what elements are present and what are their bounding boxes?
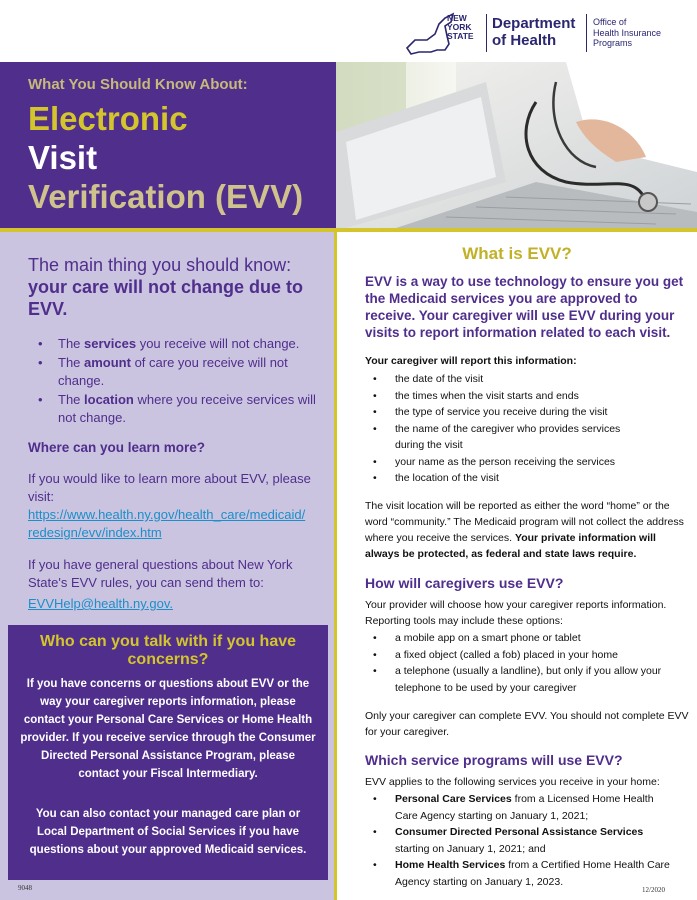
column-divider (334, 232, 337, 900)
banner-kicker: What You Should Know About: (28, 76, 248, 93)
page-header: NEW YORK STATE Department of Health Offi… (0, 0, 697, 62)
list-item: The amount of care you receive will not … (38, 354, 328, 390)
department-name: Department of Health (492, 15, 575, 49)
list-item: the location of the visit (365, 470, 665, 487)
item-pre: The (58, 336, 85, 351)
report-info-list: the date of the visit the times when the… (365, 371, 665, 487)
concerns-paragraph-1: If you have concerns or questions about … (20, 678, 316, 780)
list-item: a mobile app on a smart phone or tablet (365, 630, 685, 647)
which-programs-text: EVV applies to the following services yo… (365, 776, 660, 788)
list-item: the times when the visit starts and ends (365, 388, 665, 405)
banner-title-verification: Verification (EVV) (28, 178, 304, 215)
service-programs-list: Personal Care Services from a Licensed H… (365, 791, 675, 890)
header-divider (486, 14, 487, 52)
program-name: Consumer Directed Personal Assistance Se… (395, 826, 644, 838)
evv-info-link[interactable]: https://www.health.ny.gov/health_care/me… (28, 507, 305, 540)
program-detail: starting on January 1, 2021; and (395, 842, 546, 855)
how-heading: How will caregivers use EVV? (365, 575, 564, 591)
list-item: a telephone (usually a landline), but on… (365, 663, 685, 696)
no-change-list: The services you receive will not change… (38, 335, 328, 428)
list-item: a fixed object (called a fob) placed in … (365, 647, 685, 664)
dept-line-1: Department (492, 15, 576, 32)
office-line-2: Health Insurance (593, 27, 662, 38)
report-info-label: Your caregiver will report this informat… (365, 355, 577, 367)
list-item: Consumer Directed Personal Assistance Se… (365, 824, 675, 857)
item-bold: services (84, 336, 137, 351)
list-item: The services you receive will not change… (38, 335, 328, 353)
program-name: Personal Care Services (395, 793, 512, 805)
photo-illustration (336, 62, 697, 228)
office-line-3: Programs (593, 38, 633, 48)
location-paragraph: The visit location will be reported as e… (365, 498, 690, 562)
list-item: the name of the caregiver who provides s… (365, 421, 650, 454)
list-item: the date of the visit (365, 371, 665, 388)
dept-line-2: of Health (492, 32, 557, 49)
header-divider-2 (586, 14, 587, 52)
title-banner: What You Should Know About: Electronic V… (0, 62, 336, 228)
evv-help-email-link[interactable]: EVVHelp@health.ny.gov. (28, 596, 173, 611)
concerns-box: Who can you talk with if you have concer… (8, 625, 328, 880)
office-line-1: Office of (593, 17, 627, 27)
form-code: 9048 (18, 884, 32, 892)
new-york-state-map-icon (405, 12, 455, 55)
item-pre: The (58, 355, 85, 370)
which-programs-heading: Which service programs will use EVV? (365, 752, 623, 768)
learn-more-heading: Where can you learn more? (28, 440, 206, 455)
ny-state-wordmark: NEW YORK STATE (447, 14, 474, 41)
concerns-paragraph-2: You can also contact your managed care p… (29, 808, 307, 856)
list-item: the type of service you receive during t… (365, 404, 665, 421)
office-name: Office of Health Insurance Programs (593, 17, 661, 49)
how-text: Your provider will choose how your careg… (365, 599, 667, 627)
learn-more-text: If you would like to learn more about EV… (28, 470, 328, 542)
reporting-tools-list: a mobile app on a smart phone or tablet … (365, 630, 685, 696)
item-post: you receive will not change. (136, 336, 300, 351)
what-is-evv-heading: What is EVV? (462, 244, 572, 263)
banner-title-visit: Visit (28, 139, 98, 176)
main-lead: The main thing you should know: (28, 255, 292, 275)
item-bold: amount (84, 355, 131, 370)
main-bold: your care will not change due to EVV. (28, 277, 304, 319)
item-bold: location (84, 392, 134, 407)
banner-title-electronic: Electronic (28, 100, 188, 137)
general-questions-text: If you have general questions about New … (28, 557, 293, 590)
learn-more-sentence: If you would like to learn more about EV… (28, 471, 311, 504)
laptop-stethoscope-photo (336, 62, 697, 228)
item-pre: The (58, 392, 85, 407)
list-item: your name as the person receiving the se… (365, 454, 665, 471)
program-name: Home Health Services (395, 859, 506, 871)
state-line-3: STATE (447, 31, 474, 41)
list-item: Personal Care Services from a Licensed H… (365, 791, 675, 824)
evv-intro: EVV is a way to use technology to ensure… (365, 274, 684, 340)
list-item: The location where you receive services … (38, 391, 328, 427)
main-message: The main thing you should know: your car… (28, 254, 328, 320)
concerns-heading: Who can you talk with if you have concer… (39, 633, 297, 668)
only-caregiver-text: Only your caregiver can complete EVV. Yo… (365, 710, 689, 738)
list-item: Home Health Services from a Certified Ho… (365, 857, 675, 890)
